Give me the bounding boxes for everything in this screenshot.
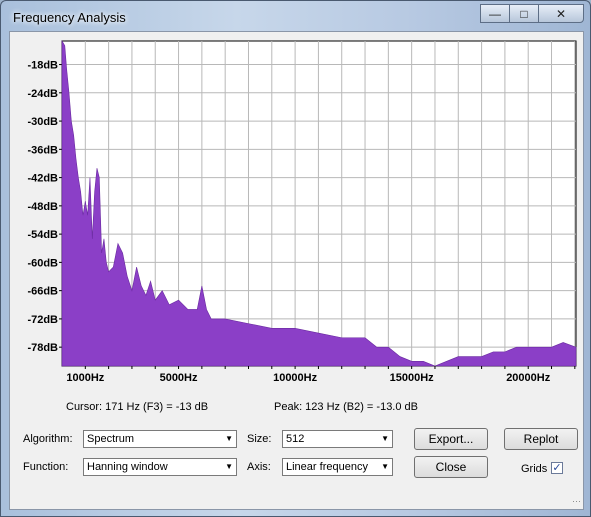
close-window-button[interactable]: ✕ [538,4,584,23]
window-controls: — □ ✕ [480,4,584,23]
axis-label: Axis: [247,461,271,473]
x-tick-label: 1000Hz [66,372,104,384]
x-tick-label: 10000Hz [273,372,318,384]
frequency-analysis-window: Frequency Analysis — □ ✕ -18dB -24dB -30dB… [0,0,591,517]
grids-checkbox[interactable]: ✓ [551,462,563,474]
chevron-down-icon: ▼ [225,434,233,443]
y-tick-label: -42dB [27,173,58,185]
chevron-down-icon: ▼ [381,462,389,471]
x-tick-label: 15000Hz [390,372,435,384]
resize-grip-icon[interactable]: ⋯ [572,496,581,507]
window-title: Frequency Analysis [13,10,126,25]
y-tick-label: -78dB [27,342,58,354]
y-tick-label: -30dB [27,116,58,128]
size-value: 512 [286,433,305,445]
cursor-readout: Cursor: 171 Hz (F3) = -13 dB [66,401,209,413]
size-select[interactable]: 512 ▼ [282,430,393,448]
peak-readout: Peak: 123 Hz (B2) = -13.0 dB [274,401,418,413]
minimize-icon: — [489,6,501,21]
y-tick-label: -18dB [27,60,58,72]
function-select[interactable]: Hanning window ▼ [83,458,237,476]
y-tick-label: -66dB [27,286,58,298]
axis-select[interactable]: Linear frequency ▼ [282,458,393,476]
minimize-button[interactable]: — [480,4,510,23]
function-value: Hanning window [87,461,168,473]
y-tick-label: -48dB [27,201,58,213]
y-tick-label: -72dB [27,314,58,326]
x-tick-label: 20000Hz [506,372,551,384]
algorithm-select[interactable]: Spectrum ▼ [83,430,237,448]
chevron-down-icon: ▼ [381,434,389,443]
chevron-down-icon: ▼ [225,462,233,471]
algorithm-label: Algorithm: [23,433,73,445]
y-tick-label: -24dB [27,88,58,100]
function-label: Function: [23,461,69,473]
x-tick-label: 5000Hz [160,372,198,384]
dialog-body: -18dB -24dB -30dB -36dB -42dB -48dB -54dB -60dB… [9,31,584,510]
spectrum-plot[interactable]: -18dB -24dB -30dB -36dB -42dB -48dB -54dB -60dB… [10,34,578,397]
maximize-icon: □ [520,6,528,21]
axis-value: Linear frequency [286,461,368,473]
spectrum-chart[interactable]: -18dB -24dB -30dB -36dB -42dB -48dB -54dB -60dB… [10,34,578,397]
close-button[interactable]: Close [414,456,488,478]
maximize-button[interactable]: □ [509,4,539,23]
replot-button[interactable]: Replot [504,428,578,450]
y-tick-label: -54dB [27,229,58,241]
title-bar[interactable]: Frequency Analysis — □ ✕ [1,1,590,31]
export-button[interactable]: Export... [414,428,488,450]
algorithm-value: Spectrum [87,433,135,445]
grids-label: Grids [521,463,548,475]
y-tick-label: -36dB [27,144,58,156]
y-tick-label: -60dB [27,257,58,269]
size-label: Size: [247,433,272,445]
close-icon: ✕ [555,6,567,21]
